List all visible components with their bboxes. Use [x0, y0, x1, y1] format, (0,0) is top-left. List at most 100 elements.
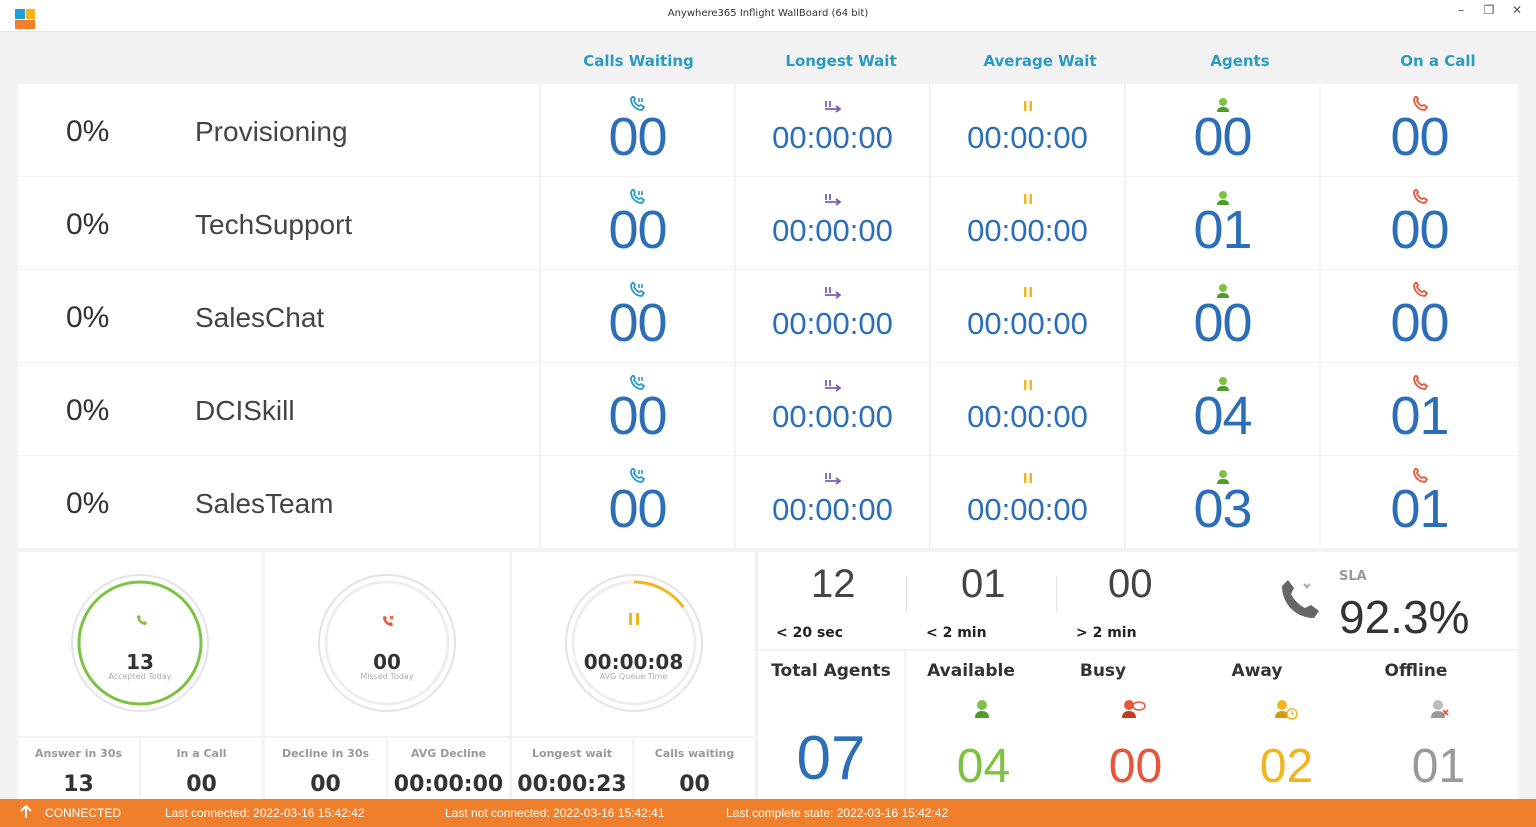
calls-waiting-value: 00	[608, 479, 667, 539]
longest-wait-value: 00:00:00	[772, 492, 893, 527]
available-label: Available	[927, 661, 1015, 681]
avg-decline-panel: AVG Decline 00:00:00	[388, 738, 509, 799]
close-icon[interactable]: ✕	[1510, 3, 1524, 17]
on-call-value: 01	[1390, 479, 1449, 539]
away-value: 02	[1259, 740, 1314, 793]
header-calls-waiting: Calls Waiting	[583, 52, 694, 70]
avg-queue-time-label: AVG Queue Time	[599, 672, 668, 681]
missed-panel: 00 Missed Today	[265, 552, 509, 736]
agents-cell: 00	[1126, 270, 1319, 362]
longest-wait-icon	[736, 284, 929, 303]
queue-row[interactable]: 0% TechSupport 00 00:00:00 00:00:00 01 0…	[18, 177, 1518, 269]
longest-wait-cell: 00:00:00	[736, 84, 929, 176]
header-on-a-call: On a Call	[1400, 52, 1476, 70]
calls-waiting-cell: 00	[541, 456, 734, 548]
longest-wait-value: 00:00:00	[772, 306, 893, 341]
queue-info-cell: 0% Provisioning	[18, 84, 539, 176]
accepted-panel: 13 Accepted Today	[18, 552, 262, 736]
queue-name: DCISkill	[195, 395, 295, 426]
queue-name: Provisioning	[195, 116, 348, 147]
sla-value: 92.3%	[1339, 591, 1470, 643]
queue-sla-percent: 0%	[66, 115, 110, 148]
status-bar: CONNECTED Last connected: 2022-03-16 15:…	[0, 799, 1536, 827]
available-value: 04	[956, 740, 1011, 793]
longest-wait-label: Longest wait	[532, 747, 612, 760]
queue-info-cell: 0% TechSupport	[18, 177, 539, 269]
average-wait-cell: 00:00:00	[931, 363, 1124, 455]
away-agent-icon	[1273, 698, 1299, 724]
agent-status-panel: Available 04 Busy 00 Away 02 Offline 01	[906, 651, 1518, 799]
in-call-label: In a Call	[176, 747, 227, 760]
pause-icon	[931, 377, 1124, 396]
sla-under-20-label: < 20 sec	[776, 625, 844, 641]
queue-row[interactable]: 0% SalesChat 00 00:00:00 00:00:00 00 00	[18, 270, 1518, 362]
decline-30s-value: 00	[310, 772, 341, 797]
longest-wait-icon	[736, 470, 929, 489]
on-call-value: 00	[1390, 107, 1449, 167]
queue-sla-percent: 0%	[66, 487, 110, 520]
busy-value: 00	[1108, 740, 1163, 793]
answer-30s-value: 13	[63, 772, 94, 797]
calls-waiting-cell: 00	[541, 270, 734, 362]
header-longest-wait: Longest Wait	[785, 52, 897, 70]
queue-row[interactable]: 0% Provisioning 00 00:00:00 00:00:00 00 …	[18, 84, 1518, 176]
on-call-cell: 01	[1321, 456, 1518, 548]
sla-over-2m-label: > 2 min	[1076, 625, 1137, 641]
calls-waiting-value: 00	[608, 293, 667, 353]
queue-sla-percent: 0%	[66, 394, 110, 427]
pause-icon	[931, 470, 1124, 489]
connection-status: CONNECTED	[45, 806, 122, 820]
minimize-icon[interactable]: –	[1454, 3, 1468, 17]
busy-label: Busy	[1079, 661, 1127, 681]
answer-30s-panel: Answer in 30s 13	[18, 738, 139, 799]
avg-decline-label: AVG Decline	[410, 747, 487, 760]
queue-name: TechSupport	[195, 209, 353, 240]
average-wait-value: 00:00:00	[967, 306, 1088, 341]
agents-value: 04	[1193, 386, 1252, 446]
pause-icon	[931, 191, 1124, 210]
phone-missed-icon	[381, 612, 395, 631]
on-call-value: 01	[1390, 386, 1449, 446]
last-complete-state: Last complete state: 2022-03-16 15:42:42	[726, 806, 949, 820]
available-agent-icon	[973, 698, 991, 722]
calls-waiting-cell: 00	[541, 84, 734, 176]
restore-icon[interactable]: ❐	[1482, 3, 1496, 17]
average-wait-value: 00:00:00	[967, 399, 1088, 434]
in-call-value: 00	[186, 772, 217, 797]
on-call-value: 00	[1390, 200, 1449, 260]
phone-accepted-icon	[135, 612, 147, 631]
longest-wait-cell: 00:00:00	[736, 177, 929, 269]
agents-cell: 01	[1126, 177, 1319, 269]
header-average-wait: Average Wait	[983, 52, 1097, 70]
agents-value: 01	[1193, 200, 1252, 260]
missed-today-value: 00	[373, 650, 401, 674]
longest-wait-total-value: 00:00:23	[517, 772, 627, 797]
arrow-up-icon	[20, 804, 32, 822]
longest-wait-icon	[736, 377, 929, 396]
longest-wait-value: 00:00:00	[772, 120, 893, 155]
queue-row[interactable]: 0% DCISkill 00 00:00:00 00:00:00 04 01	[18, 363, 1518, 455]
avg-queue-time-value: 00:00:08	[583, 650, 684, 674]
queue-info-cell: 0% DCISkill	[18, 363, 539, 455]
agents-value: 00	[1193, 293, 1252, 353]
offline-agent-icon	[1429, 698, 1451, 722]
answer-30s-label: Answer in 30s	[34, 747, 123, 760]
queue-name: SalesChat	[195, 302, 325, 333]
longest-wait-value: 00:00:00	[772, 213, 893, 248]
sla-label: SLA	[1339, 569, 1367, 584]
pause-icon	[626, 611, 642, 631]
calls-waiting-label: Calls waiting	[654, 747, 735, 760]
avg-decline-value: 00:00:00	[393, 772, 504, 797]
calls-waiting-cell: 00	[541, 363, 734, 455]
queue-sla-percent: 0%	[66, 208, 110, 241]
average-wait-cell: 00:00:00	[931, 84, 1124, 176]
agents-cell: 03	[1126, 456, 1319, 548]
queue-row[interactable]: 0% SalesTeam 00 00:00:00 00:00:00 03 01	[18, 456, 1518, 548]
decline-30s-panel: Decline in 30s 00	[265, 738, 386, 799]
longest-wait-cell: 00:00:00	[736, 363, 929, 455]
calls-waiting-value: 00	[608, 107, 667, 167]
on-call-value: 00	[1390, 293, 1449, 353]
calls-waiting-cell: 00	[541, 177, 734, 269]
longest-wait-icon	[736, 98, 929, 117]
offline-value: 01	[1411, 740, 1466, 793]
